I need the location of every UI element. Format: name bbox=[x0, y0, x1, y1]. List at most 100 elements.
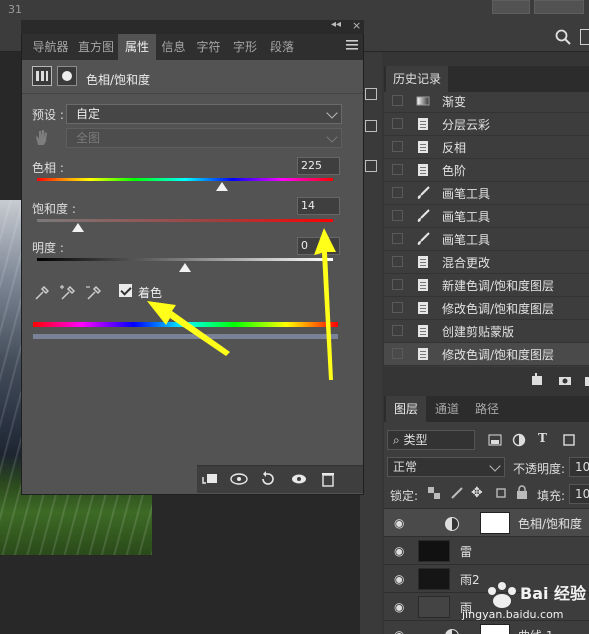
search-icon[interactable] bbox=[554, 28, 572, 46]
hue-slider-thumb[interactable] bbox=[216, 182, 228, 191]
history-snapshot-checkbox[interactable] bbox=[392, 233, 403, 244]
history-snapshot-checkbox[interactable] bbox=[392, 348, 403, 359]
layer-name[interactable]: 色相/饱和度 bbox=[518, 515, 582, 532]
history-item[interactable]: 反相 bbox=[384, 136, 589, 159]
history-item[interactable]: 创建剪贴蒙版 bbox=[384, 320, 589, 343]
lock-transparent-icon[interactable] bbox=[428, 487, 440, 499]
panel-title-strip[interactable]: ◂◂ × bbox=[21, 19, 364, 34]
close-icon[interactable]: × bbox=[352, 19, 361, 32]
clip-to-layer-icon[interactable] bbox=[199, 469, 221, 489]
tab-channels[interactable]: 通道 bbox=[428, 396, 466, 422]
history-item[interactable]: 画笔工具 bbox=[384, 205, 589, 228]
layer-mask-icon[interactable] bbox=[57, 66, 77, 86]
eyedropper-icon[interactable] bbox=[33, 284, 49, 302]
tab-history[interactable]: 历史记录 bbox=[386, 66, 448, 92]
visibility-eye-icon[interactable]: ◉ bbox=[394, 572, 404, 586]
view-previous-state-icon[interactable] bbox=[228, 469, 250, 489]
preset-select[interactable]: 自定 bbox=[66, 104, 342, 124]
visibility-eye-icon[interactable]: ◉ bbox=[394, 600, 404, 614]
history-item[interactable]: 色阶 bbox=[384, 159, 589, 182]
camera-icon[interactable] bbox=[558, 373, 572, 387]
history-item[interactable]: 渐变 bbox=[384, 90, 589, 113]
window-close-button[interactable] bbox=[534, 0, 584, 14]
lightness-label: 明度 : bbox=[32, 241, 64, 255]
history-snapshot-checkbox[interactable] bbox=[392, 279, 403, 290]
new-snapshot-icon[interactable] bbox=[530, 373, 544, 387]
hue-input[interactable]: 225 bbox=[297, 157, 340, 175]
visibility-eye-icon[interactable]: ◉ bbox=[394, 544, 404, 558]
lightness-input[interactable]: 0 bbox=[297, 237, 340, 255]
history-item[interactable]: 修改色调/饱和度图层 bbox=[384, 343, 589, 366]
visibility-eye-icon[interactable] bbox=[288, 469, 310, 489]
visibility-eye-icon[interactable]: ◉ bbox=[394, 516, 404, 530]
history-item[interactable]: 画笔工具 bbox=[384, 228, 589, 251]
targeted-adjustment-hand-icon[interactable] bbox=[33, 128, 49, 146]
tab-properties-1[interactable]: 直方图 bbox=[75, 34, 117, 60]
history-snapshot-checkbox[interactable] bbox=[392, 164, 403, 175]
history-item-label: 色阶 bbox=[442, 164, 467, 178]
window-minimize-button[interactable] bbox=[492, 0, 530, 14]
history-snapshot-checkbox[interactable] bbox=[392, 187, 403, 198]
lock-pixels-icon[interactable] bbox=[450, 486, 464, 500]
history-item[interactable]: 修改色调/饱和度图层 bbox=[384, 297, 589, 320]
hue-slider-track[interactable] bbox=[37, 178, 333, 181]
channel-select[interactable]: 全图 bbox=[66, 128, 342, 148]
tab-paths[interactable]: 路径 bbox=[468, 396, 506, 422]
saturation-slider-track[interactable] bbox=[37, 219, 333, 222]
history-item-label: 分层云彩 bbox=[442, 118, 491, 132]
hue-label: 色相 : bbox=[32, 161, 64, 175]
history-item[interactable]: 混合更改 bbox=[384, 251, 589, 274]
eyedropper-add-icon[interactable] bbox=[59, 284, 75, 302]
history-snapshot-checkbox[interactable] bbox=[392, 256, 403, 267]
lock-artboard-icon[interactable] bbox=[494, 486, 508, 500]
adjustment-layer-icon bbox=[32, 66, 52, 86]
history-snapshot-checkbox[interactable] bbox=[392, 302, 403, 313]
layer-filter-select[interactable]: ⌕ 类型 bbox=[387, 430, 475, 450]
layer-row[interactable]: ◉ 色相/饱和度 bbox=[384, 508, 589, 536]
tab-properties-2[interactable]: 属性 bbox=[118, 34, 156, 60]
layer-name[interactable]: 雷 bbox=[460, 543, 472, 560]
history-snapshot-checkbox[interactable] bbox=[392, 95, 403, 106]
history-item[interactable]: 新建色调/饱和度图层 bbox=[384, 274, 589, 297]
history-snapshot-checkbox[interactable] bbox=[392, 118, 403, 129]
output-color-bar bbox=[33, 334, 338, 339]
document-icon bbox=[416, 140, 430, 154]
tab-properties-4[interactable]: 字符 bbox=[191, 34, 226, 60]
panel-collapsed-icon[interactable] bbox=[365, 88, 377, 100]
delete-icon[interactable] bbox=[582, 373, 589, 387]
panel-menu-icon[interactable] bbox=[346, 40, 358, 50]
fill-input[interactable]: 100 bbox=[569, 484, 589, 504]
layer-row[interactable]: ◉ 雷 bbox=[384, 536, 589, 564]
adjustment-filter-icon[interactable] bbox=[512, 433, 526, 447]
history-snapshot-checkbox[interactable] bbox=[392, 325, 403, 336]
saturation-input[interactable]: 14 bbox=[297, 197, 340, 215]
lock-position-icon[interactable]: ✥ bbox=[471, 485, 483, 501]
tab-properties-5[interactable]: 字形 bbox=[227, 34, 263, 60]
eyedropper-subtract-icon[interactable] bbox=[85, 284, 101, 302]
colorize-checkbox[interactable] bbox=[119, 284, 132, 297]
opacity-input[interactable]: 100 bbox=[569, 457, 589, 477]
panel-collapsed-icon[interactable] bbox=[365, 120, 377, 132]
history-snapshot-checkbox[interactable] bbox=[392, 210, 403, 221]
tab-layers[interactable]: 图层 bbox=[386, 396, 426, 422]
history-snapshot-checkbox[interactable] bbox=[392, 141, 403, 152]
image-filter-icon[interactable] bbox=[488, 433, 502, 447]
tab-properties-0[interactable]: 导航器 bbox=[27, 34, 74, 60]
delete-icon[interactable] bbox=[317, 469, 339, 489]
shape-filter-icon[interactable] bbox=[562, 433, 576, 447]
tab-properties-6[interactable]: 段落 bbox=[264, 34, 300, 60]
lightness-slider-track[interactable] bbox=[37, 258, 333, 261]
lock-all-icon[interactable] bbox=[516, 485, 528, 499]
saturation-slider-thumb[interactable] bbox=[72, 223, 85, 232]
visibility-eye-icon[interactable]: ◉ bbox=[394, 628, 404, 634]
lightness-slider-thumb[interactable] bbox=[179, 263, 191, 272]
type-filter-icon[interactable]: T bbox=[538, 431, 547, 445]
history-item[interactable]: 分层云彩 bbox=[384, 113, 589, 136]
reset-icon[interactable] bbox=[257, 469, 279, 489]
blend-mode-select[interactable]: 正常 bbox=[387, 457, 505, 477]
tab-properties-3[interactable]: 信息 bbox=[157, 34, 190, 60]
history-item[interactable]: 画笔工具 bbox=[384, 182, 589, 205]
workspace-icon[interactable] bbox=[580, 29, 589, 45]
collapse-icon[interactable]: ◂◂ bbox=[331, 19, 341, 30]
panel-collapsed-icon[interactable] bbox=[365, 160, 377, 172]
